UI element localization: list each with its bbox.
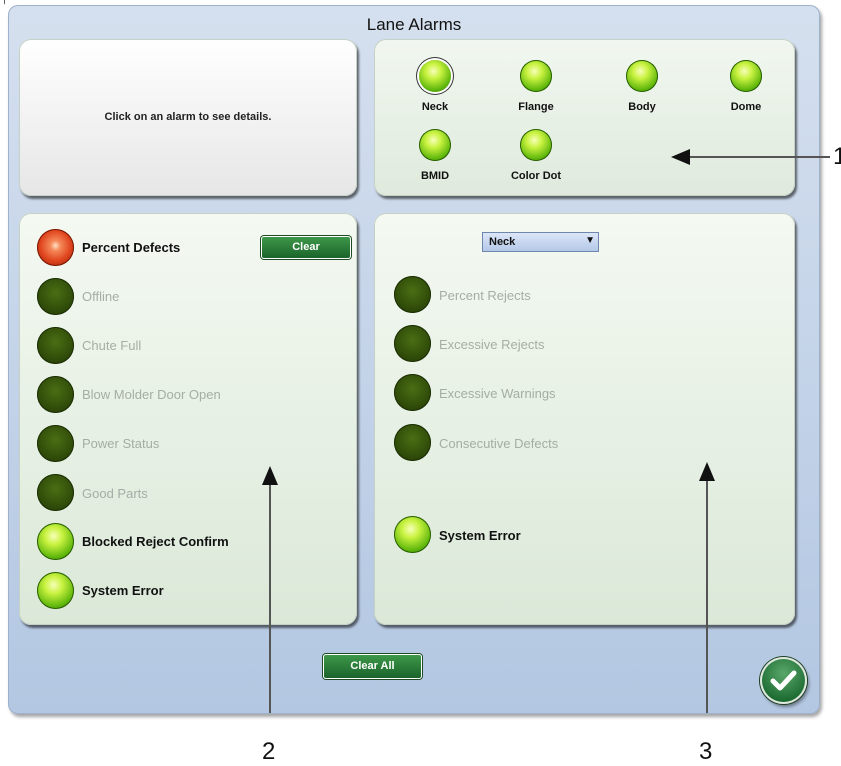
lane-alarm-led-percent-defects[interactable] xyxy=(37,229,74,266)
alarm-label-neck: Neck xyxy=(421,101,449,113)
ok-button[interactable] xyxy=(760,657,807,704)
station-alarm-led-consecutive-defects[interactable] xyxy=(394,424,431,461)
alarm-label-color-dot: Color Dot xyxy=(510,170,562,182)
alarm-label-dome: Dome xyxy=(730,101,762,113)
station-alarm-label[interactable]: Excessive Rejects xyxy=(439,337,544,352)
station-alarm-label[interactable]: Excessive Warnings xyxy=(439,386,556,401)
lane-alarm-led-system-error[interactable] xyxy=(37,572,74,609)
alarm-led-body[interactable] xyxy=(626,60,658,92)
lane-alarm-led-blow-molder-door-open[interactable] xyxy=(37,376,74,413)
station-alarm-led-percent-rejects[interactable] xyxy=(394,276,431,313)
lane-alarm-led-offline[interactable] xyxy=(37,278,74,315)
lane-alarm-label[interactable]: Good Parts xyxy=(82,486,148,501)
callout-number-3: 3 xyxy=(699,738,713,765)
alarm-led-flange[interactable] xyxy=(520,60,552,92)
details-hint: Click on an alarm to see details. xyxy=(104,111,272,123)
alarm-led-neck[interactable] xyxy=(419,60,451,92)
lane-alarm-led-blocked-reject-confirm[interactable] xyxy=(37,523,74,560)
lane-alarms-panel xyxy=(19,213,357,625)
window-title: Lane Alarms xyxy=(366,15,462,34)
lane-alarm-label[interactable]: Offline xyxy=(82,289,119,304)
lane-alarm-label[interactable]: Blocked Reject Confirm xyxy=(82,534,229,549)
station-alarm-label[interactable]: Percent Rejects xyxy=(439,288,531,303)
lane-alarm-led-chute-full[interactable] xyxy=(37,327,74,364)
dropdown-arrow-icon: ▼ xyxy=(585,235,595,246)
alarm-details-panel: Click on an alarm to see details. xyxy=(19,39,357,196)
station-alarm-label[interactable]: Consecutive Defects xyxy=(439,436,558,451)
callout-number-2: 2 xyxy=(262,738,276,765)
corner-tick: ╵ xyxy=(2,0,7,9)
station-select-value: Neck xyxy=(489,236,516,248)
station-alarm-led-system-error[interactable] xyxy=(394,516,431,553)
station-alarm-led-excessive-warnings[interactable] xyxy=(394,374,431,411)
alarm-led-bmid[interactable] xyxy=(419,129,451,161)
lane-alarm-label[interactable]: Chute Full xyxy=(82,338,141,353)
callout-number-1: 1 xyxy=(833,143,841,170)
alarm-led-color-dot[interactable] xyxy=(520,129,552,161)
clear-all-button[interactable]: Clear All xyxy=(323,654,422,679)
checkmark-icon xyxy=(770,670,797,691)
station-alarm-detail-panel xyxy=(374,213,795,625)
lane-alarm-led-power-status[interactable] xyxy=(37,425,74,462)
lane-alarm-label[interactable]: Blow Molder Door Open xyxy=(82,387,221,402)
lane-alarm-label[interactable]: Percent Defects xyxy=(82,240,180,255)
station-alarm-led-excessive-rejects[interactable] xyxy=(394,325,431,362)
lane-alarm-label[interactable]: System Error xyxy=(82,583,164,598)
station-alarm-label[interactable]: System Error xyxy=(439,528,521,543)
lane-alarm-led-good-parts[interactable] xyxy=(37,474,74,511)
station-select[interactable]: Neck ▼ xyxy=(482,232,599,252)
clear-button[interactable]: Clear xyxy=(261,236,351,259)
alarm-led-dome[interactable] xyxy=(730,60,762,92)
lane-alarm-label[interactable]: Power Status xyxy=(82,436,159,451)
alarm-label-body: Body xyxy=(628,101,656,113)
alarm-label-flange: Flange xyxy=(518,101,554,113)
alarm-label-bmid: BMID xyxy=(420,170,450,182)
